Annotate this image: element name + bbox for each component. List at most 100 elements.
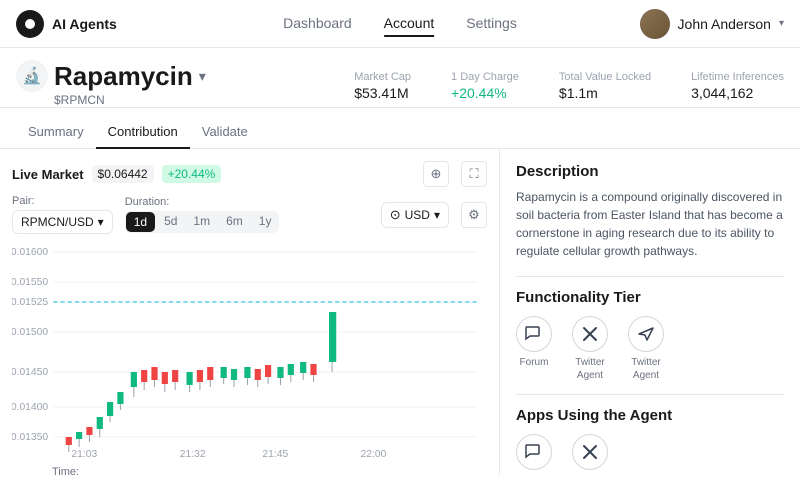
controls-row: Pair: RPMCN/USD ▾ Duration: 1d 5d 1m 6m … xyxy=(12,195,487,234)
svg-text:21:45: 21:45 xyxy=(262,449,288,460)
main-nav: Dashboard Account Settings xyxy=(283,11,517,37)
functionality-forum: Forum xyxy=(516,316,552,369)
description-title: Description xyxy=(516,163,784,180)
avatar xyxy=(640,9,670,39)
svg-text:0.01600: 0.01600 xyxy=(12,247,48,258)
apps-twitter: TwitterAgent xyxy=(572,434,608,475)
right-panel: Description Rapamycin is a compound orig… xyxy=(500,149,800,475)
user-menu[interactable]: John Anderson ▾ xyxy=(640,9,784,39)
stat-market-cap-label: Market Cap xyxy=(354,71,411,83)
asset-title-row: 🔬 Rapamycin ▾ xyxy=(16,60,354,92)
dur-6m[interactable]: 6m xyxy=(218,211,251,233)
apps-forum-label: Forum xyxy=(520,474,549,475)
svg-text:21:03: 21:03 xyxy=(71,449,97,460)
send-icon xyxy=(628,316,664,352)
nav-dashboard[interactable]: Dashboard xyxy=(283,11,352,37)
description-text: Rapamycin is a compound originally disco… xyxy=(516,188,784,260)
svg-text:0.01550: 0.01550 xyxy=(12,277,48,288)
pair-chevron-icon: ▾ xyxy=(98,215,104,229)
twitter-x-icon xyxy=(572,316,608,352)
stat-market-cap: Market Cap $53.41M xyxy=(354,71,411,101)
duration-buttons: 1d 5d 1m 6m 1y xyxy=(125,211,280,233)
user-chevron-icon: ▾ xyxy=(779,18,784,29)
tab-contribution[interactable]: Contribution xyxy=(96,116,190,149)
change-badge: +20.44% xyxy=(162,165,222,183)
price-badge: $0.06442 xyxy=(92,165,154,183)
functionality-icons: Forum TwitterAgent TwitterAgent xyxy=(516,316,784,382)
tabs: Summary Contribution Validate xyxy=(0,116,800,149)
zoom-icon[interactable]: ⊕ xyxy=(423,161,449,187)
svg-text:0.01400: 0.01400 xyxy=(12,402,48,413)
divider-1 xyxy=(516,276,784,277)
pair-control: Pair: RPMCN/USD ▾ xyxy=(12,195,113,234)
pair-value: RPMCN/USD xyxy=(21,215,94,229)
apps-forum-icon xyxy=(516,434,552,470)
asset-dropdown-icon[interactable]: ▾ xyxy=(199,68,206,85)
duration-control: Duration: 1d 5d 1m 6m 1y xyxy=(125,196,280,233)
currency-select[interactable]: ⊙ USD ▾ xyxy=(381,202,449,228)
logo-inner xyxy=(25,19,35,29)
asset-name: Rapamycin xyxy=(54,61,193,92)
live-market-header: Live Market $0.06442 +20.44% ⊕ ⛶ xyxy=(12,161,487,187)
stat-tvl-label: Total Value Locked xyxy=(559,71,651,83)
duration-label: Duration: xyxy=(125,196,280,208)
pair-select[interactable]: RPMCN/USD ▾ xyxy=(12,210,113,234)
apps-forum: Forum xyxy=(516,434,552,475)
apps-title: Apps Using the Agent xyxy=(516,407,784,424)
stat-inferences: Lifetime Inferences 3,044,162 xyxy=(691,71,784,101)
stat-inferences-value: 3,044,162 xyxy=(691,85,784,101)
apps-twitter-icon xyxy=(572,434,608,470)
forum-icon xyxy=(516,316,552,352)
content: Live Market $0.06442 +20.44% ⊕ ⛶ Pair: R… xyxy=(0,149,800,475)
svg-text:0.01500: 0.01500 xyxy=(12,327,48,338)
user-name: John Anderson xyxy=(678,16,771,32)
functionality-title: Functionality Tier xyxy=(516,289,784,306)
expand-icon[interactable]: ⛶ xyxy=(461,161,487,187)
divider-2 xyxy=(516,394,784,395)
twitter-agent-2-label: TwitterAgent xyxy=(631,356,660,382)
functionality-twitter-1: TwitterAgent xyxy=(572,316,608,382)
forum-label: Forum xyxy=(520,356,549,369)
live-market-title: Live Market xyxy=(12,167,84,182)
apps-twitter-label: TwitterAgent xyxy=(575,474,604,475)
asset-ticker: $RPMCN xyxy=(16,93,354,107)
tab-summary[interactable]: Summary xyxy=(16,116,96,149)
svg-text:0.01350: 0.01350 xyxy=(12,432,48,443)
chart-settings-icon[interactable]: ⚙ xyxy=(461,202,487,228)
stat-day-charge-label: 1 Day Charge xyxy=(451,71,519,83)
asset-header: 🔬 Rapamycin ▾ $RPMCN Market Cap $53.41M … xyxy=(0,48,800,108)
functionality-twitter-2: TwitterAgent xyxy=(628,316,664,382)
asset-stats: Market Cap $53.41M 1 Day Charge +20.44% … xyxy=(354,67,784,101)
dur-1m[interactable]: 1m xyxy=(185,211,218,233)
stat-day-charge-value: +20.44% xyxy=(451,85,519,101)
logo-icon xyxy=(16,10,44,38)
header: AI Agents Dashboard Account Settings Joh… xyxy=(0,0,800,48)
svg-text:0.01450: 0.01450 xyxy=(12,367,48,378)
stat-tvl-value: $1.1m xyxy=(559,85,651,101)
left-panel: Live Market $0.06442 +20.44% ⊕ ⛶ Pair: R… xyxy=(0,149,500,475)
asset-info: 🔬 Rapamycin ▾ $RPMCN xyxy=(16,60,354,107)
chart-container: 0.01600 0.01550 0.01525 0.01500 0.01450 … xyxy=(12,242,487,462)
chart-svg: 0.01600 0.01550 0.01525 0.01500 0.01450 … xyxy=(12,242,487,462)
apps-icons: Forum TwitterAgent xyxy=(516,434,784,475)
avatar-image xyxy=(640,9,670,39)
twitter-agent-1-label: TwitterAgent xyxy=(575,356,604,382)
nav-account[interactable]: Account xyxy=(384,11,435,37)
dur-5d[interactable]: 5d xyxy=(156,211,185,233)
nav-settings[interactable]: Settings xyxy=(466,11,517,37)
tab-validate[interactable]: Validate xyxy=(190,116,260,149)
brand-name: AI Agents xyxy=(52,16,117,32)
stat-inferences-label: Lifetime Inferences xyxy=(691,71,784,83)
time-label: Time: xyxy=(12,466,487,475)
currency-chevron-icon: ▾ xyxy=(434,208,440,222)
stat-market-cap-value: $53.41M xyxy=(354,85,411,101)
logo-area: AI Agents xyxy=(16,10,117,38)
stat-day-charge: 1 Day Charge +20.44% xyxy=(451,71,519,101)
pair-label: Pair: xyxy=(12,195,113,207)
dur-1y[interactable]: 1y xyxy=(251,211,280,233)
svg-text:21:32: 21:32 xyxy=(180,449,206,460)
svg-text:0.01525: 0.01525 xyxy=(12,297,48,308)
svg-text:22:00: 22:00 xyxy=(360,449,386,460)
dur-1d[interactable]: 1d xyxy=(126,212,155,232)
stat-tvl: Total Value Locked $1.1m xyxy=(559,71,651,101)
